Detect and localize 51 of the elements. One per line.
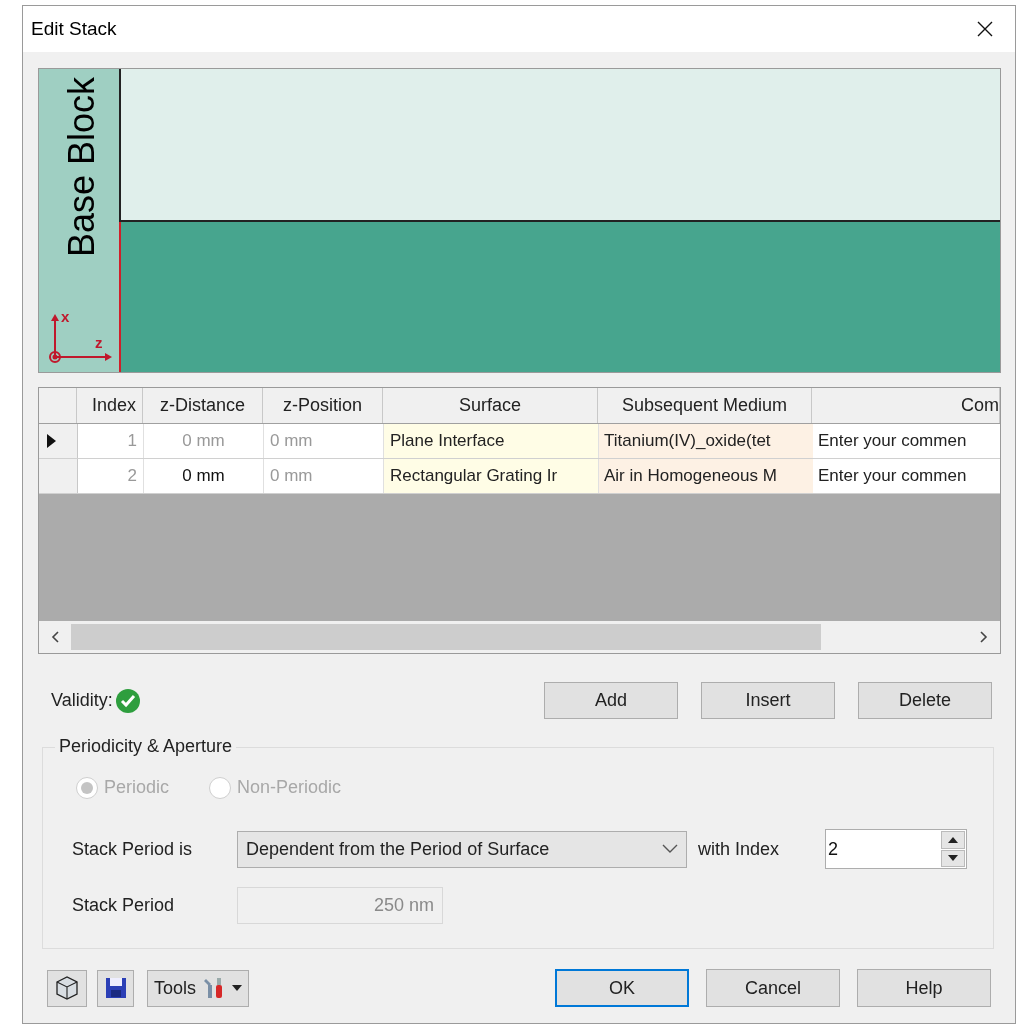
table-cell-text: Enter your commen: [817, 465, 968, 488]
save-button[interactable]: [97, 969, 134, 1007]
column-header[interactable]: z-Distance: [143, 388, 263, 423]
column-header[interactable]: Surface: [383, 388, 598, 423]
window-title: Edit Stack: [31, 16, 117, 41]
tools-menu-button[interactable]: Tools: [147, 969, 250, 1007]
row-header[interactable]: [39, 424, 78, 458]
field-label: with Index: [698, 837, 781, 861]
spin-up-icon[interactable]: [941, 831, 965, 849]
table-cell: 0 mm: [144, 424, 264, 458]
validity-label: Validity:: [51, 689, 113, 712]
column-header[interactable]: Com: [812, 388, 1000, 423]
row-action-button[interactable]: Add: [544, 682, 678, 719]
horizontal-scrollbar[interactable]: [39, 621, 1000, 653]
table-cell: Air in Homogeneous M: [599, 459, 813, 493]
index-spinbox[interactable]: 2: [825, 829, 967, 869]
table-cell: 2: [78, 459, 144, 493]
3d-view-button[interactable]: [47, 969, 87, 1007]
dialog-button[interactable]: OK: [555, 969, 689, 1007]
dialog-button[interactable]: Help: [857, 969, 991, 1007]
save-icon: [103, 976, 128, 1000]
table-cell: Plane Interface: [384, 424, 599, 458]
chevron-down-icon: [662, 844, 678, 854]
table-cell-text: Enter your commen: [817, 430, 968, 453]
table-cell: Titanium(IV)_oxide(tet: [599, 424, 813, 458]
field-label: Stack Period is: [72, 837, 194, 861]
close-icon: [977, 21, 993, 37]
radio-label: Non-Periodic: [237, 776, 342, 799]
column-header[interactable]: z-Position: [263, 388, 383, 423]
row-action-button[interactable]: Insert: [701, 682, 835, 719]
current-row-icon: [47, 434, 56, 448]
row-action-button[interactable]: Delete: [858, 682, 992, 719]
table-cell: 1: [78, 424, 144, 458]
x-axis-label: x: [61, 309, 70, 324]
radio-label: Periodic: [104, 776, 170, 799]
table-cell: Rectangular Grating Ir: [384, 459, 599, 493]
scrollbar-thumb[interactable]: [71, 624, 821, 650]
dialog-button[interactable]: Cancel: [706, 969, 840, 1007]
caret-icon: [232, 985, 243, 991]
column-header[interactable]: Subsequent Medium: [598, 388, 812, 423]
column-header[interactable]: Index: [77, 388, 143, 423]
scroll-left-icon[interactable]: [51, 631, 59, 643]
field-label: Stack Period: [72, 894, 176, 917]
z-axis-label: z: [95, 335, 103, 350]
axis-drawing: [47, 313, 113, 363]
spin-down-icon[interactable]: [941, 849, 965, 867]
table-cell: 0 mm: [144, 459, 264, 493]
block-label: Base Block: [64, 77, 100, 258]
scroll-right-icon[interactable]: [980, 631, 988, 643]
cube-icon: [54, 975, 80, 1001]
period-source-dropdown[interactable]: Dependent from the Period of Surface: [237, 830, 687, 868]
